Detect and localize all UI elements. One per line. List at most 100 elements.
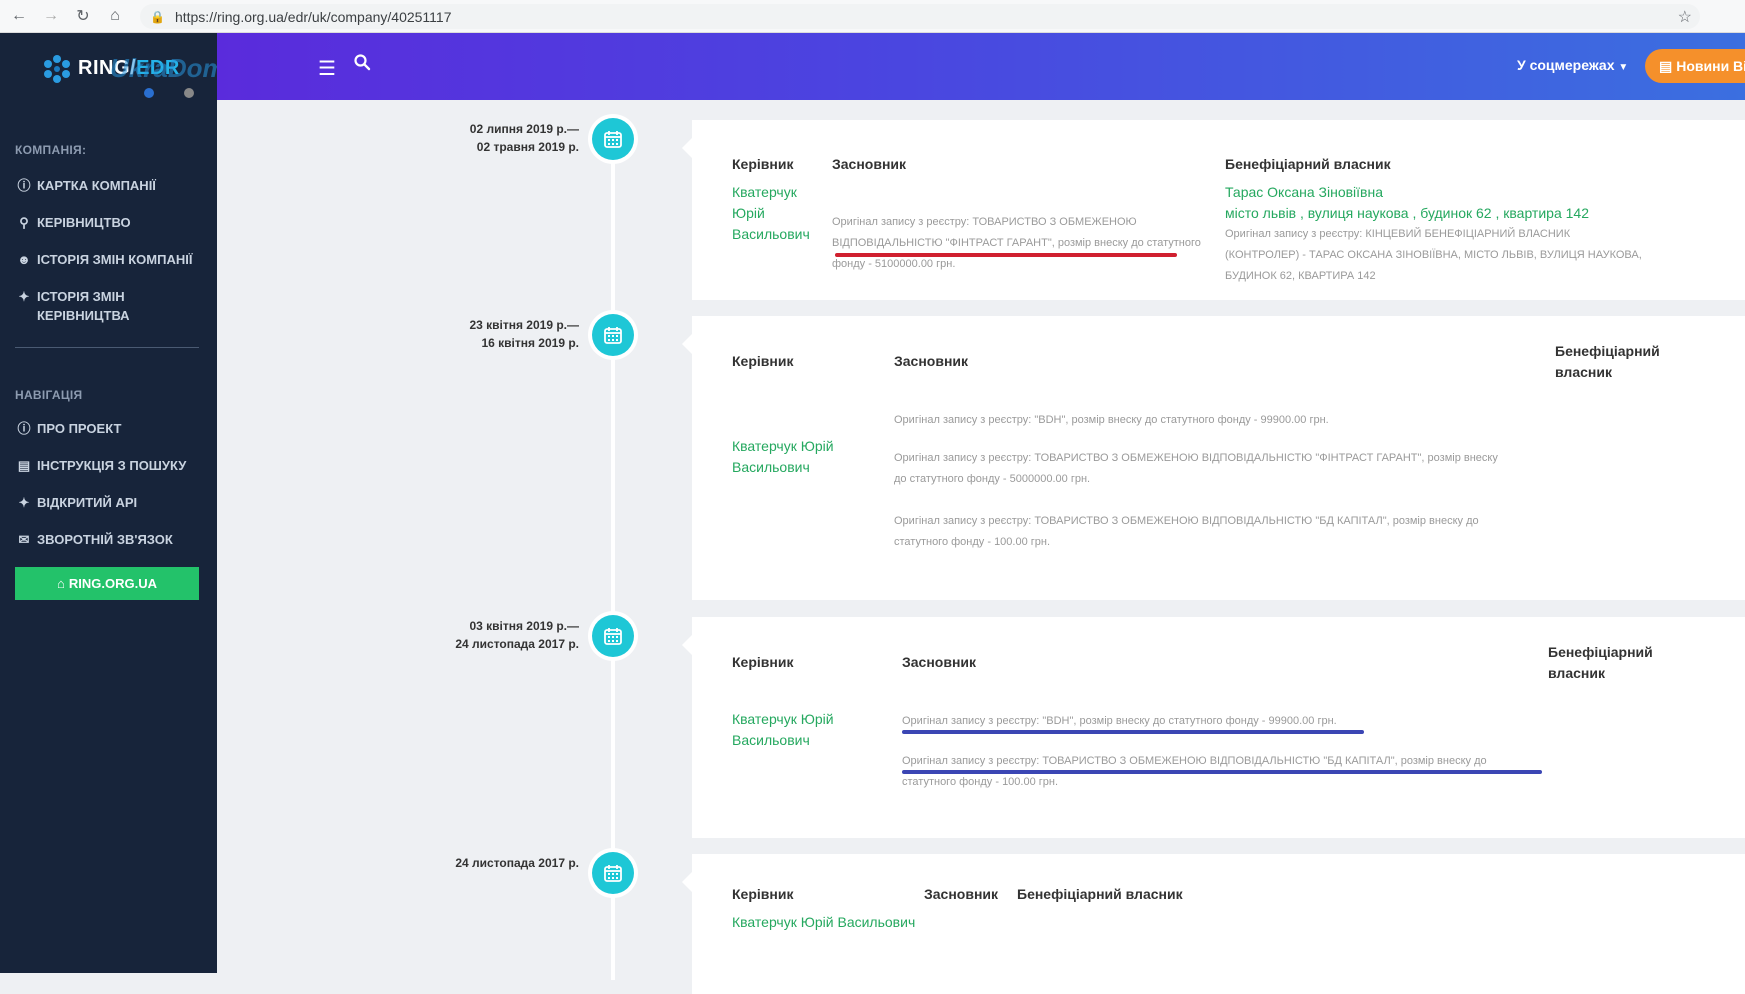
news-button[interactable]: ▤ Новини Ві xyxy=(1645,49,1745,83)
sidebar-item-company-history[interactable]: ☻ ІСТОРІЯ ЗМІН КОМПАНІЇ xyxy=(15,250,205,269)
home-icon[interactable]: ⌂ xyxy=(102,3,128,29)
beneficiary-address-link[interactable]: місто львів , вулиця наукова , будинок 6… xyxy=(1225,203,1725,224)
founder-record: Оригінал запису з реєстру: "ВDН", розмір… xyxy=(902,715,1337,727)
url-text[interactable]: https://ring.org.ua/edr/uk/company/40251… xyxy=(175,9,452,25)
beneficiary-name-link[interactable]: Тарас Оксана Зіновіївна xyxy=(1225,182,1725,203)
entry-date: 03 квітня 2019 р.— 24 листопада 2017 р. xyxy=(279,617,579,653)
director-link[interactable]: Кватерчук Юрій Васильович xyxy=(732,436,847,478)
sidebar-divider xyxy=(15,347,199,348)
founder-column-header: Засновник xyxy=(894,353,969,369)
founder-column-header: Засновник xyxy=(924,886,999,902)
sidebar-item-about[interactable]: ⓘ ПРО ПРОЕКТ xyxy=(15,419,205,438)
address-bar[interactable]: 🔒 https://ring.org.ua/edr/uk/company/402… xyxy=(140,4,1700,29)
sidebar-item-label: ПРО ПРОЕКТ xyxy=(37,421,122,436)
ring-org-button[interactable]: ⌂ RING.ORG.UA xyxy=(15,567,199,600)
wand-icon: ✦ xyxy=(18,494,30,510)
watermark-dot xyxy=(144,88,154,98)
back-arrow-icon[interactable]: ← xyxy=(6,3,32,29)
timeline-content: 02 липня 2019 р.— 02 травня 2019 р. Кері… xyxy=(217,100,1745,994)
date-from: 24 листопада 2017 р. xyxy=(455,856,579,870)
beneficiary-record: Оригінал запису з реєстру: КІНЦЕВИЙ БЕНЕ… xyxy=(1225,228,1642,282)
beneficiary-column-header: Бенефіціарний власник xyxy=(1555,343,1660,380)
date-to: 24 листопада 2017 р. xyxy=(455,637,579,651)
search-icon[interactable] xyxy=(353,53,371,71)
sidebar-item-label: ІСТОРІЯ ЗМІН КОМПАНІЇ xyxy=(37,252,193,267)
sidebar: RING/EDR UkraDomik.ua КОМПАНІЯ: ⓘ КАРТКА … xyxy=(0,33,285,973)
beneficiary-column-header: Бенефіціарний власник xyxy=(1225,156,1391,172)
calendar-icon xyxy=(592,615,634,657)
forward-arrow-icon[interactable]: → xyxy=(38,3,64,29)
founder-column-header: Засновник xyxy=(832,156,907,172)
book-icon: ▤ xyxy=(17,457,31,473)
ring-org-button-label: RING.ORG.UA xyxy=(68,576,157,591)
user-search-icon: ☻ xyxy=(17,251,31,267)
company-section-title: КОМПАНІЯ: xyxy=(15,143,87,157)
entry-date: 02 липня 2019 р.— 02 травня 2019 р. xyxy=(279,120,579,156)
founder-record: Оригінал запису з реєстру: "ВDН", розмір… xyxy=(894,414,1329,426)
director-column-header: Керівник xyxy=(732,886,794,902)
browser-toolbar: ← → ↻ ⌂ 🔒 https://ring.org.ua/edr/uk/com… xyxy=(0,0,1745,33)
date-to: 02 травня 2019 р. xyxy=(476,140,579,154)
sidebar-item-company-card[interactable]: ⓘ КАРТКА КОМПАНІЇ xyxy=(15,176,205,195)
timeline-line xyxy=(611,120,615,980)
watermark-dot xyxy=(184,88,194,98)
red-underline xyxy=(835,253,1177,257)
founder-column-header: Засновник xyxy=(902,654,977,670)
history-card: Керівник Засновник Бенефіціарний власник… xyxy=(682,854,1745,994)
blue-underline xyxy=(902,770,1542,774)
history-card: Керівник Засновник Бенефіціарний власник… xyxy=(682,120,1745,300)
logo[interactable]: RING/EDR UkraDomik.ua xyxy=(0,33,285,100)
magnifier-icon: ⚲ xyxy=(19,214,29,230)
beneficiary-column-header: Бенефіціарний власник xyxy=(1017,886,1183,902)
history-card: Керівник Засновник Бенефіціарний власник… xyxy=(682,617,1745,838)
home-icon: ⌂ xyxy=(57,576,65,591)
entry-date: 23 квітня 2019 р.— 16 квітня 2019 р. xyxy=(279,316,579,352)
founder-record: Оригінал запису з реєстру: ТОВАРИСТВО З … xyxy=(894,515,1479,548)
sidebar-item-management-history[interactable]: ✦ ІСТОРІЯ ЗМІН КЕРІВНИЦТВА xyxy=(15,287,185,325)
wand-icon: ✦ xyxy=(18,288,30,304)
date-from: 03 квітня 2019 р.— xyxy=(469,619,579,633)
newspaper-icon: ▤ xyxy=(1659,57,1673,74)
founder-record: Оригінал запису з реєстру: ТОВАРИСТВО З … xyxy=(894,452,1498,485)
navigation-section-title: НАВІГАЦІЯ xyxy=(15,388,83,402)
founder-record: Оригінал запису з реєстру: ТОВАРИСТВО З … xyxy=(832,216,1201,270)
logo-icon xyxy=(44,55,70,83)
blue-underline xyxy=(902,730,1364,734)
lock-icon: 🔒 xyxy=(150,9,165,24)
director-column-header: Керівник xyxy=(732,156,794,172)
top-header: ☰ У соцмережах ▼ ▤ Новини Ві xyxy=(217,33,1745,100)
sidebar-item-search-guide[interactable]: ▤ ІНСТРУКЦІЯ З ПОШУКУ xyxy=(15,456,205,475)
beneficiary-column-header: Бенефіціарний власник xyxy=(1548,644,1653,681)
entry-date: 24 листопада 2017 р. xyxy=(279,854,579,872)
director-column-header: Керівник xyxy=(732,654,794,670)
social-dropdown-label: У соцмережах xyxy=(1517,57,1615,73)
sidebar-item-label: ІСТОРІЯ ЗМІН КЕРІВНИЦТВА xyxy=(37,289,130,323)
info-icon: ⓘ xyxy=(17,420,31,436)
menu-icon[interactable]: ☰ xyxy=(318,56,336,81)
calendar-icon xyxy=(592,852,634,894)
calendar-icon xyxy=(592,314,634,356)
news-button-label: Новини Ві xyxy=(1676,58,1745,74)
date-from: 02 липня 2019 р.— xyxy=(469,122,579,136)
sidebar-item-open-api[interactable]: ✦ ВІДКРИТИЙ API xyxy=(15,493,205,512)
envelope-icon: ✉ xyxy=(18,531,30,547)
sidebar-item-label: КАРТКА КОМПАНІЇ xyxy=(37,178,156,193)
bookmark-star-icon[interactable]: ☆ xyxy=(1678,7,1692,27)
history-card: Керівник Засновник Бенефіціарний власник… xyxy=(682,316,1745,600)
director-column-header: Керівник xyxy=(732,353,794,369)
info-icon: ⓘ xyxy=(17,177,31,193)
date-to: 16 квітня 2019 р. xyxy=(481,336,579,350)
director-link[interactable]: Кватерчук Юрій Васильович xyxy=(732,182,817,245)
sidebar-item-feedback[interactable]: ✉ ЗВОРОТНІЙ ЗВ'ЯЗОК xyxy=(15,530,205,549)
chevron-down-icon: ▼ xyxy=(1618,62,1629,73)
sidebar-item-management[interactable]: ⚲ КЕРІВНИЦТВО xyxy=(15,213,205,232)
reload-icon[interactable]: ↻ xyxy=(70,3,96,29)
director-link[interactable]: Кватерчук Юрій Васильович xyxy=(732,912,932,933)
sidebar-item-label: КЕРІВНИЦТВО xyxy=(37,215,131,230)
sidebar-item-label: ВІДКРИТИЙ API xyxy=(37,495,138,510)
social-dropdown[interactable]: У соцмережах ▼ xyxy=(1517,57,1628,73)
date-from: 23 квітня 2019 р.— xyxy=(469,318,579,332)
director-link[interactable]: Кватерчук Юрій Васильович xyxy=(732,709,847,751)
sidebar-item-label: ЗВОРОТНІЙ ЗВ'ЯЗОК xyxy=(37,532,173,547)
sidebar-item-label: ІНСТРУКЦІЯ З ПОШУКУ xyxy=(37,458,187,473)
